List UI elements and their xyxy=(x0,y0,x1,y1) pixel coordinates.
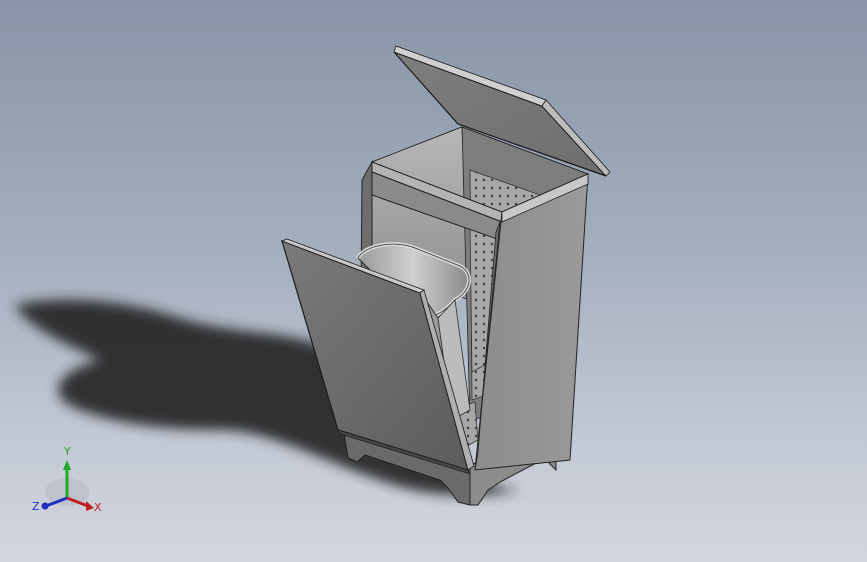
model-view[interactable] xyxy=(0,0,867,562)
x-axis-label: X xyxy=(94,501,102,514)
y-axis-label: Y xyxy=(63,445,71,458)
view-orientation-triad[interactable]: Y X Z xyxy=(30,440,110,520)
z-axis-label: Z xyxy=(32,500,40,513)
graphics-viewport[interactable]: Y X Z xyxy=(0,0,867,562)
